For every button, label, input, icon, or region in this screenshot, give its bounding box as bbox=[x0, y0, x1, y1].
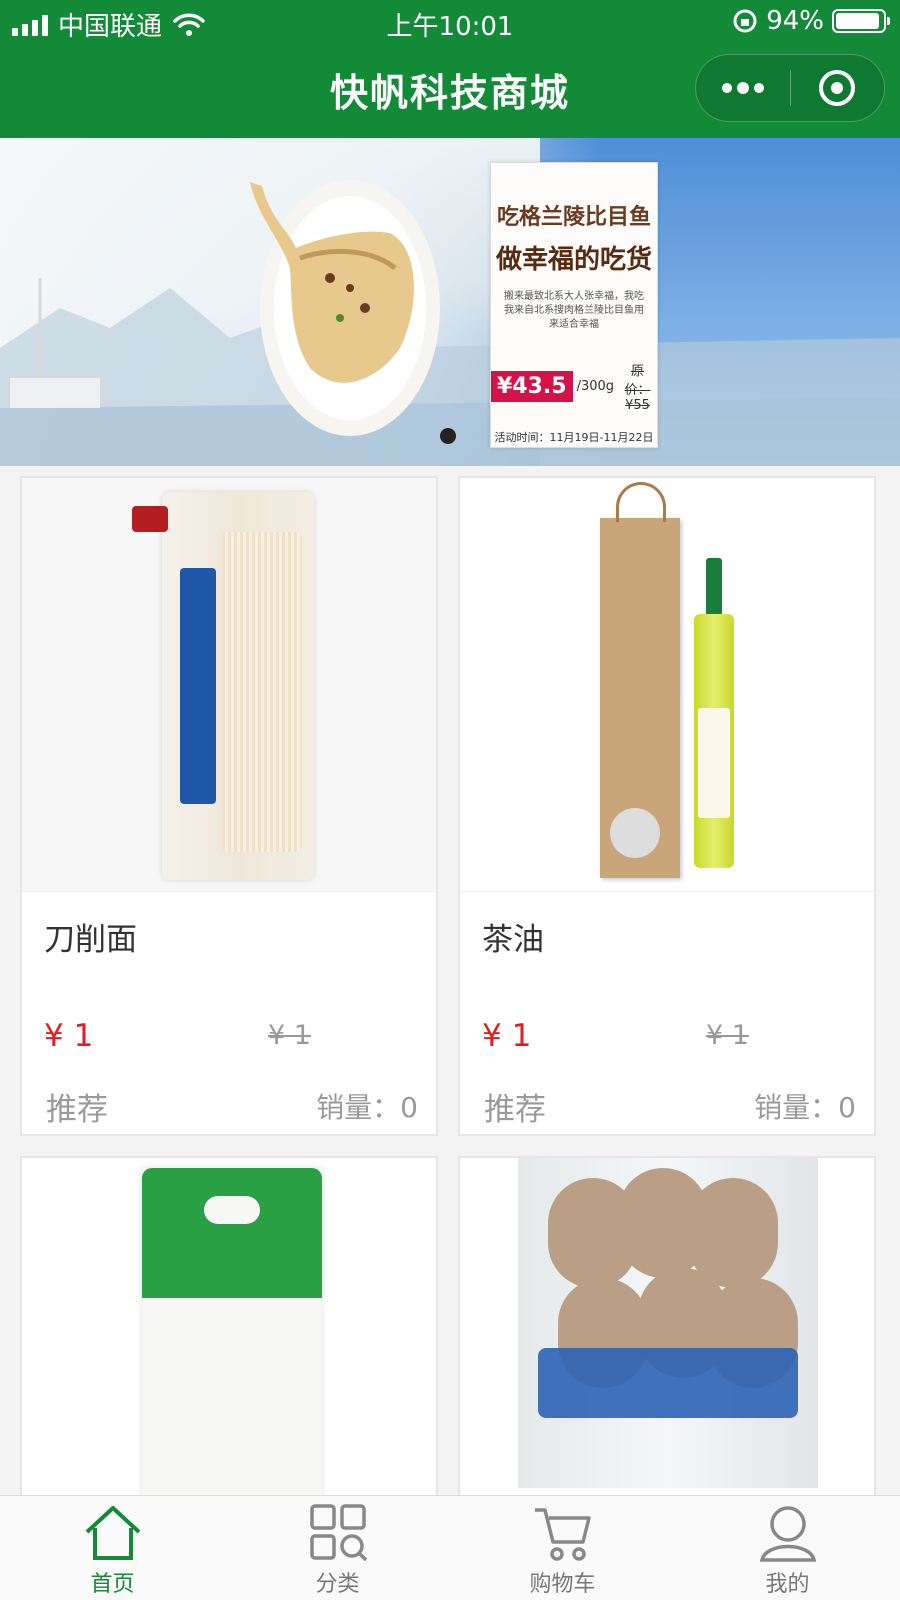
product-card[interactable]: 刀削面 ¥ 1 ¥ 1 推荐 销量：0 bbox=[20, 476, 438, 1136]
product-tag: 推荐 bbox=[484, 1092, 546, 1128]
home-icon bbox=[85, 1506, 140, 1560]
product-sales: 销量：0 bbox=[754, 1091, 856, 1124]
product-price: ¥ 1 bbox=[482, 1018, 532, 1054]
product-name: 刀削面 bbox=[44, 922, 137, 958]
promo-price: ¥43.5 bbox=[491, 371, 573, 402]
promo-price-row: ¥43.5 /300g 原价：¥55 bbox=[491, 360, 657, 413]
tab-category[interactable]: 分类 bbox=[225, 1496, 450, 1600]
status-right: 94% bbox=[732, 6, 890, 36]
promo-card: 吃格兰陵比目鱼 做幸福的吃货 搬来最致北系大人张幸福，我吃我来自北系搜肉格兰陵比… bbox=[490, 162, 658, 448]
record-target-icon bbox=[819, 70, 856, 106]
close-button[interactable] bbox=[791, 55, 885, 121]
carousel-indicator[interactable] bbox=[440, 428, 456, 444]
oil-bottle-picture bbox=[694, 558, 734, 868]
product-tag: 推荐 bbox=[46, 1092, 108, 1128]
battery-percent: 94% bbox=[766, 6, 824, 36]
product-card[interactable]: 茶油 ¥ 1 ¥ 1 推荐 销量：0 bbox=[458, 476, 876, 1136]
product-price: ¥ 1 bbox=[44, 1018, 94, 1054]
user-icon bbox=[759, 1506, 816, 1562]
product-image bbox=[460, 1158, 874, 1518]
rice-bag-picture bbox=[142, 1168, 322, 1517]
promo-unit: /300g bbox=[576, 379, 615, 394]
tab-label: 首页 bbox=[90, 1572, 135, 1597]
product-card[interactable] bbox=[458, 1156, 876, 1518]
product-sales: 销量：0 bbox=[316, 1091, 418, 1124]
tab-label: 我的 bbox=[765, 1572, 810, 1597]
more-button[interactable] bbox=[696, 55, 790, 121]
more-dots-icon bbox=[721, 82, 764, 94]
status-bar: 中国联通 上午10:01 94% bbox=[0, 0, 900, 44]
tab-label: 分类 bbox=[315, 1572, 360, 1597]
product-image bbox=[460, 478, 874, 892]
noodles-pack-picture bbox=[132, 492, 314, 880]
miniprogram-capsule bbox=[695, 54, 885, 122]
product-image bbox=[22, 478, 436, 892]
product-original-price: ¥ 1 bbox=[268, 1020, 311, 1051]
top-bar: 中国联通 上午10:01 94% 快帆科技商城 bbox=[0, 0, 900, 138]
rotation-lock-icon bbox=[733, 9, 757, 33]
product-name: 茶油 bbox=[482, 922, 544, 958]
product-card[interactable] bbox=[20, 1156, 438, 1518]
battery-icon bbox=[832, 9, 890, 33]
fish-balls-picture bbox=[518, 1158, 818, 1488]
category-icon bbox=[309, 1504, 367, 1562]
tab-home[interactable]: 首页 bbox=[0, 1496, 225, 1600]
oil-gift-box-picture bbox=[600, 482, 680, 878]
promo-original-price: 原价：¥55 bbox=[624, 364, 651, 413]
promo-description: 搬来最致北系大人张幸福，我吃我来自北系搜肉格兰陵比目鱼用来适合幸福 bbox=[504, 291, 644, 330]
bottom-tab-bar: 首页 分类 购物车 我的 bbox=[0, 1495, 900, 1600]
tab-mine[interactable]: 我的 bbox=[675, 1496, 900, 1600]
cart-icon bbox=[534, 1508, 591, 1561]
promo-headline-2: 做幸福的吃货 bbox=[495, 245, 652, 275]
mall-home-page: 中国联通 上午10:01 94% 快帆科技商城 吃格兰陵比目鱼 做幸福的吃货 搬… bbox=[0, 0, 900, 1600]
tab-label: 购物车 bbox=[529, 1572, 596, 1597]
promo-activity-time: 活动时间：11月19日-11月22日 bbox=[494, 431, 654, 444]
product-original-price: ¥ 1 bbox=[706, 1020, 749, 1051]
promo-banner[interactable]: 吃格兰陵比目鱼 做幸福的吃货 搬来最致北系大人张幸福，我吃我来自北系搜肉格兰陵比… bbox=[0, 138, 900, 466]
product-image bbox=[22, 1158, 436, 1518]
brand-logo bbox=[132, 506, 168, 532]
fish-dish-illustration bbox=[0, 180, 900, 466]
tab-cart[interactable]: 购物车 bbox=[450, 1496, 675, 1600]
promo-headline-1: 吃格兰陵比目鱼 bbox=[496, 205, 651, 230]
